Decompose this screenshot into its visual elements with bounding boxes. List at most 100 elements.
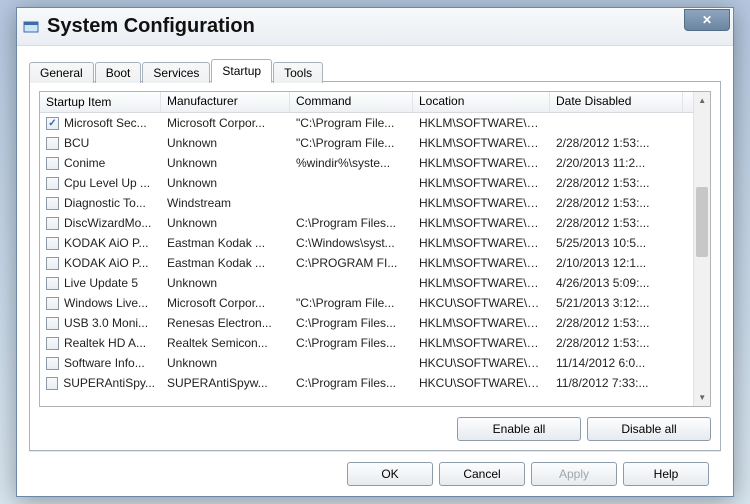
cell-startup-item: Conime (64, 156, 105, 170)
vertical-scrollbar[interactable]: ▲ ▼ (693, 92, 710, 406)
cell-manufacturer: Unknown (161, 216, 290, 230)
cell-command: "C:\Program File... (290, 116, 413, 130)
tab-services[interactable]: Services (142, 62, 210, 83)
scroll-up-icon[interactable]: ▲ (694, 92, 710, 109)
table-row[interactable]: Cpu Level Up ...UnknownHKLM\SOFTWARE\W..… (40, 173, 693, 193)
row-checkbox[interactable] (46, 177, 59, 190)
row-checkbox[interactable] (46, 217, 59, 230)
cell-date-disabled: 2/28/2012 1:53:... (550, 216, 683, 230)
table-row[interactable]: Conime Unknown%windir%\syste...HKLM\SOFTW… (40, 153, 693, 173)
table-row[interactable]: Windows Live...Microsoft Corpor..."C:\Pr… (40, 293, 693, 313)
cell-manufacturer: Unknown (161, 176, 290, 190)
row-checkbox[interactable] (46, 197, 59, 210)
cell-location: HKCU\SOFTWARE\Mi... (413, 296, 550, 310)
cell-manufacturer: Unknown (161, 136, 290, 150)
apply-button: Apply (531, 462, 617, 486)
col-command[interactable]: Command (290, 92, 413, 112)
cell-date-disabled: 11/8/2012 7:33:... (550, 376, 683, 390)
row-checkbox[interactable] (46, 317, 59, 330)
cell-location: HKLM\SOFTWARE\W... (413, 136, 550, 150)
cell-startup-item: Cpu Level Up ... (64, 176, 150, 190)
cell-manufacturer: SUPERAntiSpyw... (161, 376, 290, 390)
cell-date-disabled: 5/25/2013 10:5... (550, 236, 683, 250)
cell-command: C:\PROGRAM FI... (290, 256, 413, 270)
cell-location: HKLM\SOFTWARE\W... (413, 256, 550, 270)
row-checkbox[interactable] (46, 277, 59, 290)
disable-all-button[interactable]: Disable all (587, 417, 711, 441)
cell-manufacturer: Unknown (161, 276, 290, 290)
table-row[interactable]: Diagnostic To...WindstreamHKLM\SOFTWARE\… (40, 193, 693, 213)
cell-manufacturer: Microsoft Corpor... (161, 116, 290, 130)
cell-command: C:\Program Files... (290, 316, 413, 330)
cell-startup-item: USB 3.0 Moni... (64, 316, 148, 330)
scroll-thumb[interactable] (696, 187, 708, 257)
col-manufacturer[interactable]: Manufacturer (161, 92, 290, 112)
row-checkbox[interactable] (46, 337, 59, 350)
ok-button[interactable]: OK (347, 462, 433, 486)
table-row[interactable]: KODAK AiO P...Eastman Kodak ...C:\Window… (40, 233, 693, 253)
listview-header[interactable]: Startup Item Manufacturer Command Locati… (40, 92, 693, 113)
table-row[interactable]: SUPERAntiSpy... SUPERAntiSpyw...C:\Progra… (40, 373, 693, 393)
cell-startup-item: Windows Live... (64, 296, 148, 310)
cell-location: HKLM\SOFTWARE\W... (413, 156, 550, 170)
table-row[interactable]: Live Update 5 Unknown HKLM\SOFTWARE\W...4/… (40, 273, 693, 293)
help-button[interactable]: Help (623, 462, 709, 486)
cell-date-disabled: 2/28/2012 1:53:... (550, 176, 683, 190)
table-row[interactable]: DiscWizardMo...UnknownC:\Program Files..… (40, 213, 693, 233)
row-checkbox[interactable] (46, 137, 59, 150)
row-checkbox[interactable] (46, 257, 59, 270)
cell-location: HKLM\SOFTWARE\W... (413, 196, 550, 210)
table-row[interactable]: KODAK AiO P...Eastman Kodak ...C:\PROGRA… (40, 253, 693, 273)
cell-date-disabled: 2/28/2012 1:53:... (550, 336, 683, 350)
table-row[interactable]: BCUUnknown"C:\Program File...HKLM\SOFTWA… (40, 133, 693, 153)
table-row[interactable]: USB 3.0 Moni...Renesas Electron...C:\Pro… (40, 313, 693, 333)
cell-date-disabled: 2/10/2013 12:1... (550, 256, 683, 270)
cell-date-disabled: 4/26/2013 5:09:... (550, 276, 683, 290)
cell-date-disabled: 2/28/2012 1:53:... (550, 136, 683, 150)
tab-boot[interactable]: Boot (95, 62, 142, 83)
startup-listview[interactable]: Startup Item Manufacturer Command Locati… (39, 91, 711, 407)
cell-command: C:\Program Files... (290, 336, 413, 350)
table-row[interactable]: Realtek HD A...Realtek Semicon...C:\Prog… (40, 333, 693, 353)
cell-manufacturer: Unknown (161, 156, 290, 170)
cell-date-disabled: 2/28/2012 1:53:... (550, 196, 683, 210)
titlebar: System Configuration ✕ (17, 8, 733, 46)
col-date-disabled[interactable]: Date Disabled (550, 92, 683, 112)
row-checkbox[interactable] (46, 117, 59, 130)
row-checkbox[interactable] (46, 237, 59, 250)
enable-all-button[interactable]: Enable all (457, 417, 581, 441)
cell-startup-item: Microsoft Sec... (64, 116, 147, 130)
row-checkbox[interactable] (46, 377, 58, 390)
cancel-button[interactable]: Cancel (439, 462, 525, 486)
cell-manufacturer: Unknown (161, 356, 290, 370)
cell-location: HKLM\SOFTWARE\Mi... (413, 116, 550, 130)
row-checkbox[interactable] (46, 357, 59, 370)
close-button[interactable]: ✕ (684, 9, 730, 31)
table-row[interactable]: Software Info...UnknownHKCU\SOFTWARE\Mi.… (40, 353, 693, 373)
cell-startup-item: Realtek HD A... (64, 336, 146, 350)
row-checkbox[interactable] (46, 157, 59, 170)
tab-startup[interactable]: Startup (211, 59, 272, 83)
cell-startup-item: Live Update 5 (64, 276, 138, 290)
cell-startup-item: Software Info... (64, 356, 145, 370)
col-location[interactable]: Location (413, 92, 550, 112)
cell-command: %windir%\syste... (290, 156, 413, 170)
cell-date-disabled: 2/20/2013 11:2... (550, 156, 683, 170)
cell-manufacturer: Microsoft Corpor... (161, 296, 290, 310)
tab-strip: GeneralBootServicesStartupTools (29, 58, 721, 82)
row-checkbox[interactable] (46, 297, 59, 310)
tab-general[interactable]: General (29, 62, 94, 83)
cell-startup-item: KODAK AiO P... (64, 236, 148, 250)
cell-command: C:\Program Files... (290, 376, 413, 390)
cell-date-disabled: 2/28/2012 1:53:... (550, 316, 683, 330)
col-startup-item[interactable]: Startup Item (40, 92, 161, 112)
cell-location: HKLM\SOFTWARE\W... (413, 276, 550, 290)
panel-buttons: Enable all Disable all (39, 417, 711, 441)
cell-location: HKLM\SOFTWARE\W... (413, 216, 550, 230)
cell-startup-item: SUPERAntiSpy... (63, 376, 155, 390)
tab-tools[interactable]: Tools (273, 62, 323, 83)
cell-location: HKLM\SOFTWARE\Mi... (413, 316, 550, 330)
scroll-down-icon[interactable]: ▼ (694, 389, 710, 406)
scroll-track[interactable] (694, 109, 710, 389)
table-row[interactable]: Microsoft Sec... Microsoft Corpor..."C:\P… (40, 113, 693, 133)
